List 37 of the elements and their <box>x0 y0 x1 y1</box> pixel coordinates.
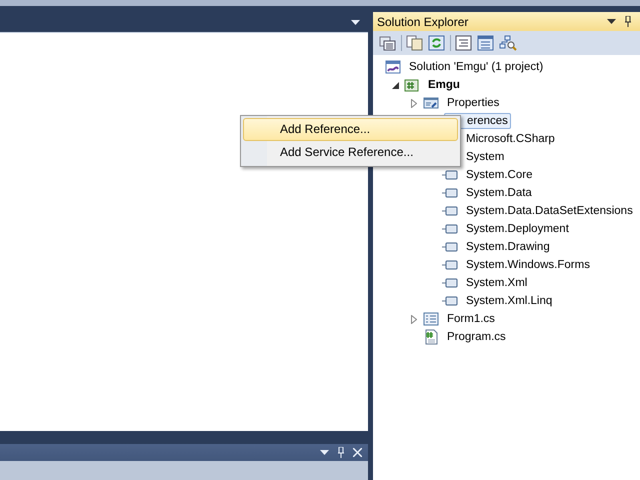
panel-title: Solution Explorer <box>377 14 468 28</box>
csharp-file-icon <box>423 329 439 345</box>
properties-icon <box>423 95 439 111</box>
tree-item[interactable]: Microsoft.CSharp <box>463 131 558 147</box>
copy-document-icon[interactable] <box>406 35 424 51</box>
tree-item[interactable]: System.Windows.Forms <box>463 257 593 273</box>
view-code-icon[interactable] <box>455 35 473 51</box>
csharp-project-icon <box>404 77 420 93</box>
close-icon[interactable] <box>353 448 362 457</box>
dropdown-arrow-icon[interactable] <box>607 19 616 24</box>
tree-item[interactable]: System.Xml.Linq <box>463 293 556 309</box>
tree-item[interactable]: Emgu <box>425 77 463 93</box>
tree-item[interactable]: System.Xml <box>463 275 530 291</box>
tree-item[interactable]: Properties <box>444 95 502 111</box>
show-all-files-icon[interactable] <box>379 35 397 51</box>
tree-item[interactable]: System.Data <box>463 185 535 201</box>
menu-item[interactable]: Add Service Reference... <box>243 141 458 164</box>
tree-item[interactable]: Form1.cs <box>444 311 498 327</box>
pin-icon[interactable] <box>624 16 632 27</box>
tree-item[interactable]: System.Drawing <box>463 239 553 255</box>
class-diagram-icon[interactable] <box>499 35 517 51</box>
form-icon <box>423 311 439 327</box>
dropdown-arrow-icon[interactable] <box>320 450 329 455</box>
tree-item[interactable]: System.Deployment <box>463 221 572 237</box>
refresh-icon[interactable] <box>428 35 446 51</box>
tree-item[interactable]: Program.cs <box>444 329 509 345</box>
tree-item[interactable]: Solution 'Emgu' (1 project) <box>406 59 546 75</box>
menu-item[interactable]: Add Reference... <box>243 118 458 141</box>
tree-item[interactable]: System.Core <box>463 167 536 183</box>
dropdown-arrow-icon[interactable] <box>351 20 360 24</box>
collapsed-arrow-icon[interactable] <box>411 98 417 108</box>
solution-icon <box>385 59 401 75</box>
expanded-arrow-icon[interactable] <box>392 82 399 88</box>
view-designer-icon[interactable] <box>477 35 495 51</box>
collapsed-arrow-icon[interactable] <box>411 314 417 324</box>
tree-item[interactable]: System <box>463 149 508 165</box>
tree-item[interactable]: System.Data.DataSetExtensions <box>463 203 636 219</box>
